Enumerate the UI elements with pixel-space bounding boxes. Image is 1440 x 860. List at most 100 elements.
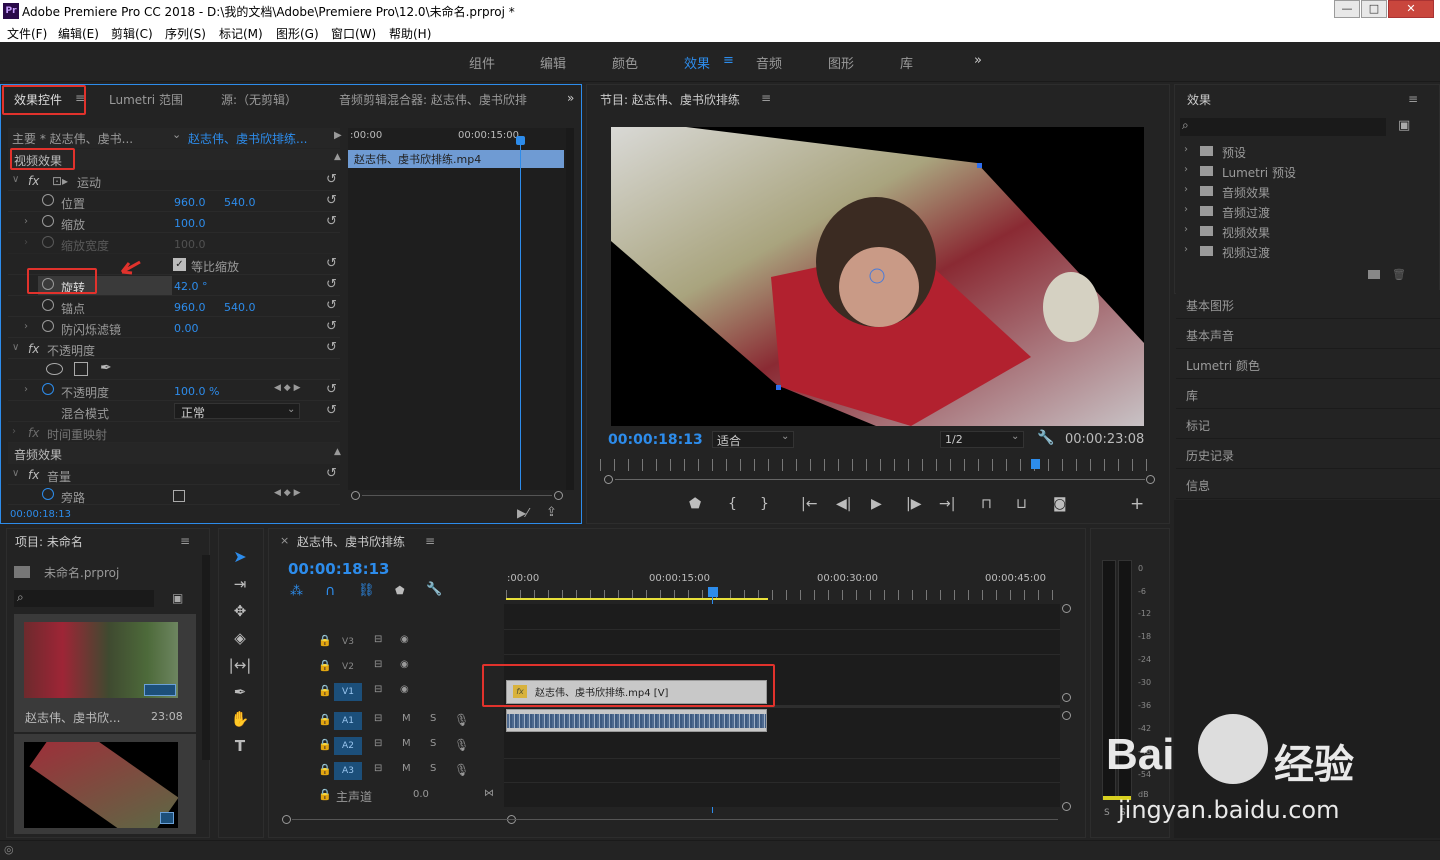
track-select-tool-icon[interactable]: ⇥ xyxy=(228,572,252,596)
wrench-icon[interactable]: 🔧 xyxy=(426,582,442,597)
menu-window[interactable]: 窗口(W) xyxy=(331,25,376,42)
menu-marker[interactable]: 标记(M) xyxy=(219,25,263,42)
sync-lock-icon[interactable]: ⊟ xyxy=(374,659,382,670)
track-target[interactable]: V1 xyxy=(334,683,362,701)
filter-icon[interactable]: ▶⁄ xyxy=(517,506,528,520)
ellipse-mask-icon[interactable] xyxy=(46,363,63,375)
reset-icon[interactable]: ↺ xyxy=(326,340,337,355)
microphone-icon[interactable]: 🎙 xyxy=(454,713,469,727)
eye-icon[interactable]: ◉ xyxy=(400,659,409,670)
chevron-down-icon[interactable]: ∨ xyxy=(12,342,19,353)
effects-panel-title[interactable]: 效果 xyxy=(1187,91,1211,108)
lock-icon[interactable]: 🔒 xyxy=(318,763,332,776)
ec-timecode[interactable]: 00:00:18:13 xyxy=(10,509,71,520)
fx-icon[interactable]: fx xyxy=(28,174,39,188)
menu-graphics[interactable]: 图形(G) xyxy=(276,25,319,42)
export-icon[interactable]: ⇪ xyxy=(546,505,557,520)
program-zoom-scroll[interactable] xyxy=(604,474,1156,486)
ec-playhead[interactable] xyxy=(520,136,521,490)
chevron-down-icon[interactable]: ∨ xyxy=(12,468,19,479)
chevron-right-icon[interactable]: › xyxy=(24,321,28,332)
workspace-graphics[interactable]: 图形 xyxy=(828,53,854,72)
microphone-icon[interactable]: 🎙 xyxy=(454,738,469,752)
ripple-edit-tool-icon[interactable]: ✥ xyxy=(228,599,252,623)
program-playhead[interactable] xyxy=(1031,459,1040,469)
panel-menu-icon[interactable]: ≡ xyxy=(180,534,190,548)
stopwatch-icon[interactable] xyxy=(42,299,54,311)
menu-clip[interactable]: 剪辑(C) xyxy=(111,25,153,42)
sync-lock-icon[interactable]: ⊟ xyxy=(374,738,382,749)
track-target[interactable]: A1 xyxy=(334,712,362,730)
menu-edit[interactable]: 编辑(E) xyxy=(58,25,99,42)
work-area-bar[interactable] xyxy=(506,598,768,600)
lift-icon[interactable]: ⊓ xyxy=(981,496,992,512)
chevron-down-icon[interactable]: ∨ xyxy=(12,174,19,185)
pen-tool-icon[interactable]: ✒ xyxy=(228,680,252,704)
transform-handle[interactable] xyxy=(977,163,982,168)
stopwatch-icon[interactable] xyxy=(42,383,54,395)
mark-out-icon[interactable]: } xyxy=(760,496,769,512)
solo-button[interactable]: S xyxy=(430,763,436,774)
zoom-handle-right[interactable] xyxy=(554,491,563,500)
program-title[interactable]: 节目: 赵志伟、虔书欣排练 xyxy=(600,91,740,108)
lock-icon[interactable]: 🔒 xyxy=(318,659,332,672)
workspace-menu-icon[interactable]: ≡ xyxy=(723,53,734,68)
reset-icon[interactable]: ↺ xyxy=(326,256,337,271)
zoom-handle-mid[interactable] xyxy=(1062,693,1071,702)
chevron-right-icon[interactable]: › xyxy=(12,426,16,437)
chevron-right-icon[interactable]: › xyxy=(24,216,28,227)
sidebar-item-essential-graphics[interactable]: 基本图形 xyxy=(1176,290,1440,319)
panel-menu-icon[interactable]: ≡ xyxy=(761,91,771,105)
sidebar-item-lumetri-color[interactable]: Lumetri 颜色 xyxy=(1176,350,1440,379)
workspace-libraries[interactable]: 库 xyxy=(900,53,913,72)
timeline-timecode[interactable]: 00:00:18:13 xyxy=(288,560,390,578)
keyframe-nav-icon[interactable]: ◀ ◆ ▶ xyxy=(274,383,301,393)
workspace-audio[interactable]: 音频 xyxy=(756,53,782,72)
project-clip-item[interactable]: 赵志伟、虔书欣... 23:08 xyxy=(14,614,196,732)
effects-item-video-transitions[interactable]: › 视频过渡 xyxy=(1182,242,1422,262)
slip-tool-icon[interactable]: |↔| xyxy=(228,653,252,677)
workspace-assembly[interactable]: 组件 xyxy=(469,53,495,72)
solo-button[interactable]: S xyxy=(430,713,436,724)
anchor-y-value[interactable]: 540.0 xyxy=(224,301,256,314)
project-search-input[interactable]: ⌕ xyxy=(14,590,154,607)
maximize-button[interactable]: □ xyxy=(1361,0,1387,18)
hand-tool-icon[interactable]: ✋ xyxy=(228,707,252,731)
effects-item-lumetri-presets[interactable]: › Lumetri 预设 xyxy=(1182,162,1422,182)
find-icon[interactable]: ▣ xyxy=(172,591,183,605)
effects-item-video-effects[interactable]: › 视频效果 xyxy=(1182,222,1422,242)
project-title[interactable]: 项目: 未命名 xyxy=(15,533,83,550)
ec-zoom-scroll[interactable] xyxy=(348,490,566,502)
go-to-end-icon[interactable]: ⋈ xyxy=(484,788,494,799)
step-forward-icon[interactable]: |▶ xyxy=(906,496,921,512)
tab-lumetri-scopes[interactable]: Lumetri 范围 xyxy=(109,91,183,108)
sync-lock-icon[interactable]: ⊟ xyxy=(374,684,382,695)
scale-value[interactable]: 100.0 xyxy=(174,217,206,230)
reset-icon[interactable]: ↺ xyxy=(326,466,337,481)
keyframe-nav-icon[interactable]: ◀ ◆ ▶ xyxy=(274,488,301,498)
solo-button[interactable]: S xyxy=(430,738,436,749)
reset-icon[interactable]: ↺ xyxy=(326,214,337,229)
add-button-icon[interactable]: + xyxy=(1130,494,1144,514)
video-frame[interactable] xyxy=(611,127,1144,426)
sync-lock-icon[interactable]: ⊟ xyxy=(374,634,382,645)
ec-playhead-handle[interactable] xyxy=(516,136,525,145)
sidebar-item-libraries[interactable]: 库 xyxy=(1176,380,1440,409)
workspace-more-icon[interactable]: » xyxy=(974,53,982,68)
mute-button[interactable]: M xyxy=(402,738,411,749)
linked-selection-icon[interactable]: ⛓ xyxy=(358,583,375,598)
bypass-checkbox[interactable] xyxy=(173,490,185,502)
tab-source[interactable]: 源:（无剪辑） xyxy=(221,91,297,108)
camera-icon[interactable]: ◙ xyxy=(1053,496,1067,512)
mark-in-icon[interactable]: { xyxy=(728,496,737,512)
panel-menu-icon[interactable]: ≡ xyxy=(1408,92,1418,106)
effects-item-audio-effects[interactable]: › 音频效果 xyxy=(1182,182,1422,202)
track-target[interactable]: A2 xyxy=(334,737,362,755)
zoom-handle-top[interactable] xyxy=(1062,604,1071,613)
effects-search-input[interactable]: ⌕ xyxy=(1180,118,1386,136)
lock-icon[interactable]: 🔒 xyxy=(318,788,332,801)
workspace-editing[interactable]: 编辑 xyxy=(540,53,566,72)
new-bin-icon[interactable]: ▣ xyxy=(1398,118,1410,133)
eye-icon[interactable]: ◉ xyxy=(400,634,409,645)
fx-icon[interactable]: fx xyxy=(28,342,39,356)
